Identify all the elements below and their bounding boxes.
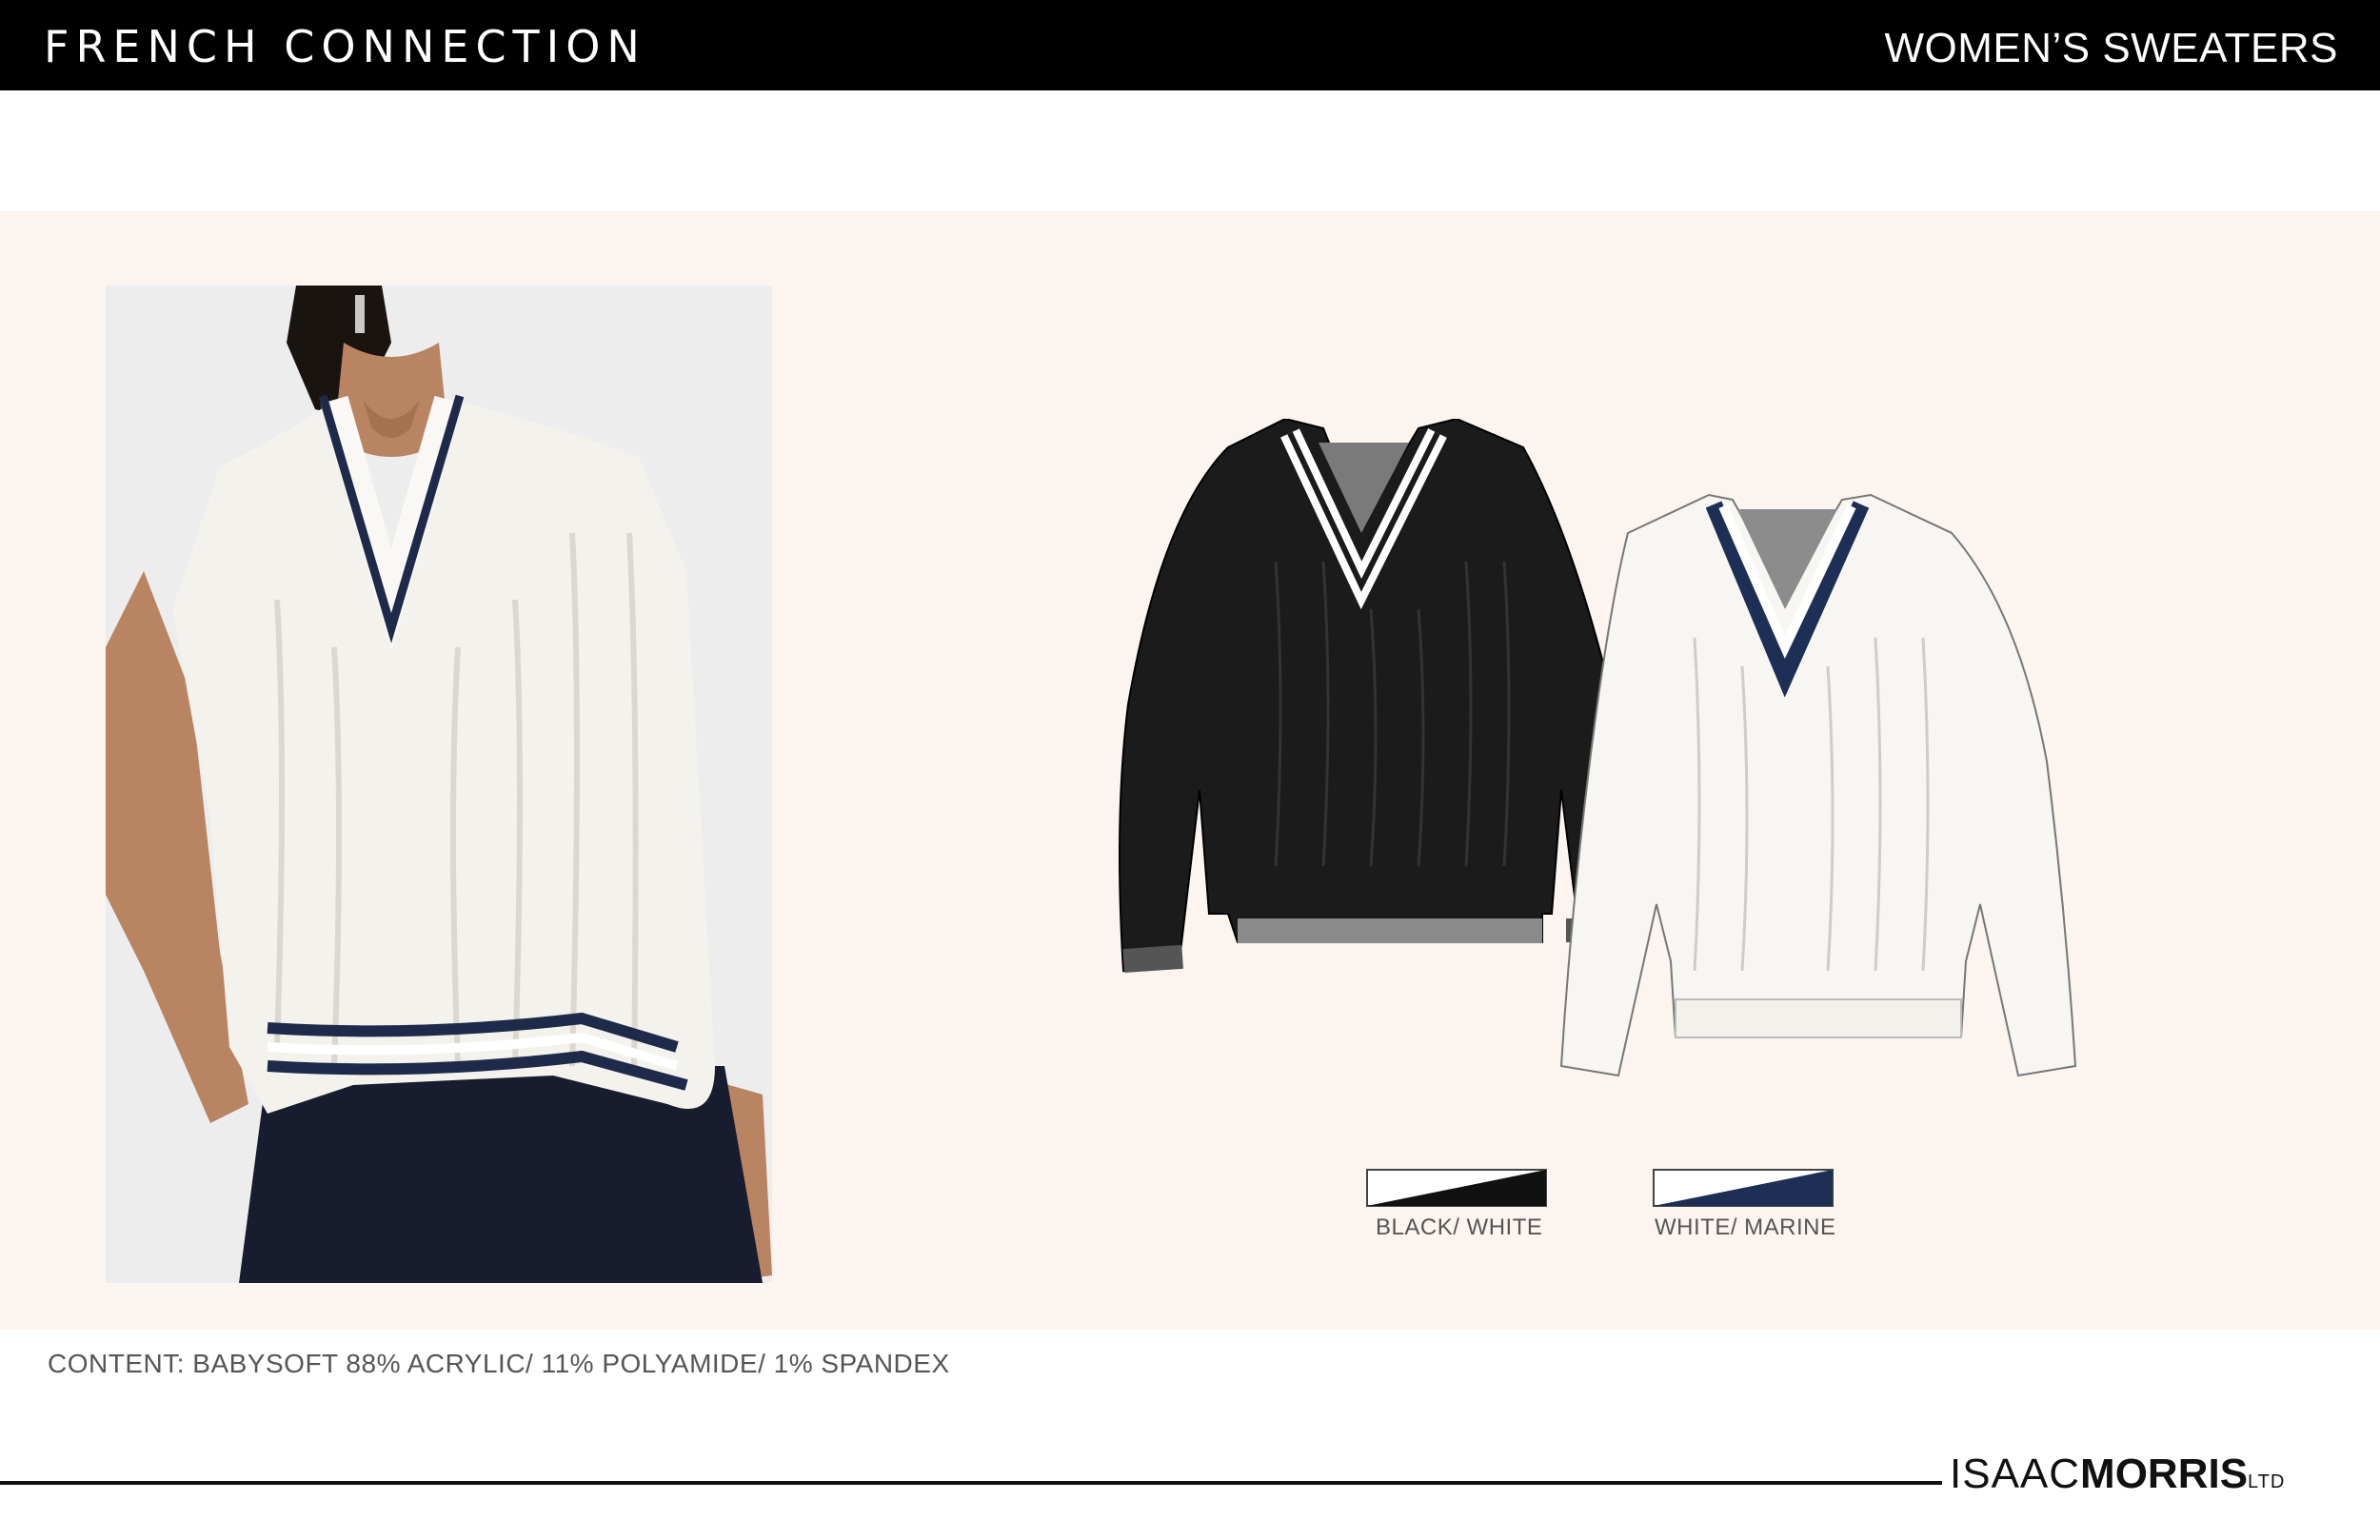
- fabric-content: CONTENT: BABYSOFT 88% ACRYLIC/ 11% POLYA…: [48, 1349, 950, 1378]
- brand-title: FRENCH CONNECTION: [44, 21, 646, 72]
- white-sweater-sketch: [1559, 493, 2077, 1077]
- logo-bold-text: MORRIS: [2080, 1451, 2249, 1497]
- sweater-sketches: [1119, 419, 2077, 1077]
- header-bar: FRENCH CONNECTION WOMEN’S SWEATERS: [0, 0, 2380, 90]
- swatch-label-black-white: BLACK/ WHITE: [1376, 1214, 1543, 1240]
- swatch-black-white: [1366, 1169, 1547, 1207]
- category-title: WOMEN’S SWEATERS: [1884, 25, 2338, 71]
- isaac-morris-logo: ISAACMORRISLTD: [1950, 1451, 2285, 1498]
- swatch-white-marine: [1653, 1169, 1834, 1207]
- model-photo: [106, 286, 772, 1283]
- logo-light-text: ISAAC: [1950, 1451, 2081, 1497]
- footer-rule: [0, 1481, 1942, 1485]
- black-sweater-sketch: [1119, 419, 1625, 974]
- logo-suffix: LTD: [2248, 1471, 2286, 1492]
- swatch-label-white-marine: WHITE/ MARINE: [1655, 1214, 1836, 1240]
